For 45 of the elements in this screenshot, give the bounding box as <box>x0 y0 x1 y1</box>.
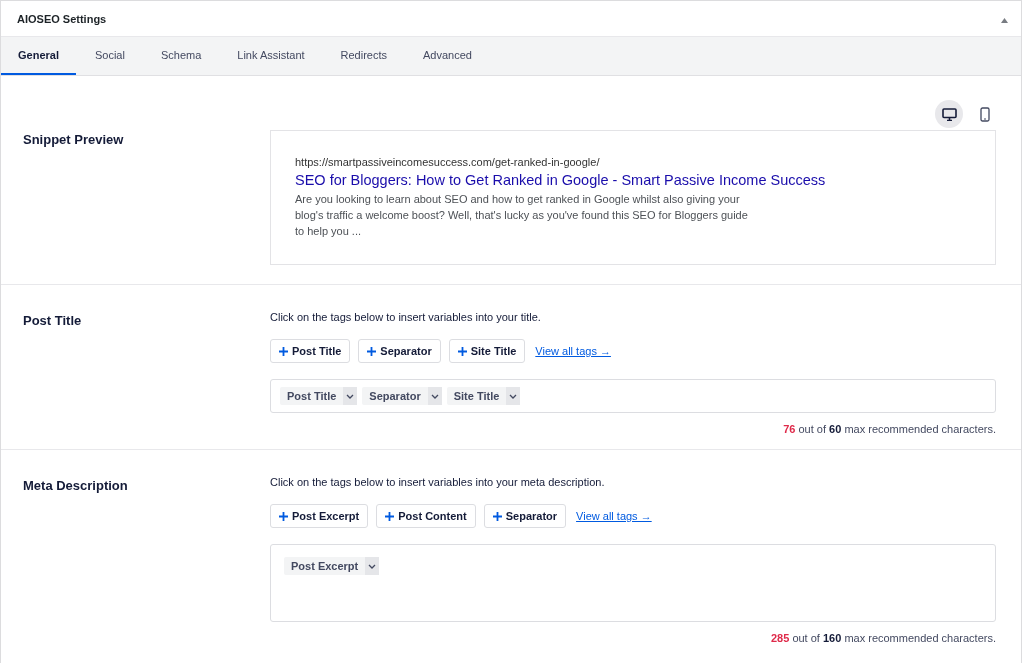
add-tag-button[interactable]: Post Excerpt <box>270 504 369 528</box>
plus-icon <box>457 346 467 356</box>
snippet-title: SEO for Bloggers: How to Get Ranked in Google - Smart Passive Income Success <box>295 172 827 188</box>
character-counter: 285 out of 160 max recommended characters. <box>770 632 996 644</box>
tab[interactable]: Advanced <box>406 37 489 75</box>
chevron-down-icon <box>346 393 355 399</box>
view-all-tags-link[interactable]: View all tags → <box>535 345 611 357</box>
section-label: Post Title <box>23 312 83 330</box>
add-tag-button[interactable]: Separator <box>483 504 567 528</box>
collapse-toggle-icon[interactable] <box>1001 17 1008 23</box>
plus-icon <box>492 511 502 521</box>
snippet-description: Are you looking to learn about SEO and how to get ranked in Google whilst also giving your blog's traffic a welcome boost? Well, that's lucky as you've found this SEO for Bloggers guide to help you ... <box>295 192 749 239</box>
plus-icon <box>367 346 377 356</box>
plus-icon <box>279 511 288 521</box>
tag-input-field[interactable]: Post Excerpt <box>270 544 996 622</box>
section-label: Snippet Preview <box>23 131 125 149</box>
panel-title: AIOSEO Settings <box>17 12 107 25</box>
chevron-down-icon <box>368 563 377 569</box>
instruction-text: Click on the tags below to insert variables into your meta description. <box>270 476 606 488</box>
chevron-down-icon <box>430 393 439 399</box>
tab[interactable]: Link Assistant <box>220 37 322 75</box>
tab[interactable]: General <box>1 37 76 75</box>
character-counter: 76 out of 60 max recommended characters. <box>783 423 996 435</box>
smartphone-icon <box>980 106 990 122</box>
snippet-url: https://smartpassiveincomesuccess.com/get-ranked-in-google/ <box>295 156 601 168</box>
tab[interactable]: Schema <box>143 37 219 75</box>
add-tag-button[interactable]: Post Content <box>376 504 476 528</box>
variable-tag[interactable]: Site Title <box>446 387 521 405</box>
tab[interactable]: Social <box>77 37 142 75</box>
add-tag-button[interactable]: Separator <box>358 339 441 363</box>
instruction-text: Click on the tags below to insert variables into your title. <box>270 311 542 323</box>
variable-tag[interactable]: Separator <box>362 387 442 405</box>
add-tag-button[interactable]: Post Title <box>270 339 351 363</box>
view-all-tags-link[interactable]: View all tags → <box>576 510 652 522</box>
variable-tag[interactable]: Post Excerpt <box>284 557 380 575</box>
tag-input-field[interactable]: Post Title Separator Site Title <box>270 379 996 413</box>
add-tag-button[interactable]: Site Title <box>448 339 526 363</box>
tab[interactable]: Redirects <box>323 37 405 75</box>
desktop-preview-button[interactable] <box>935 100 963 128</box>
section-label: Meta Description <box>23 477 129 495</box>
plus-icon <box>385 511 395 521</box>
chevron-down-icon <box>509 393 518 399</box>
plus-icon <box>279 346 288 356</box>
variable-tag[interactable]: Post Title <box>280 387 358 405</box>
monitor-icon <box>941 107 957 121</box>
